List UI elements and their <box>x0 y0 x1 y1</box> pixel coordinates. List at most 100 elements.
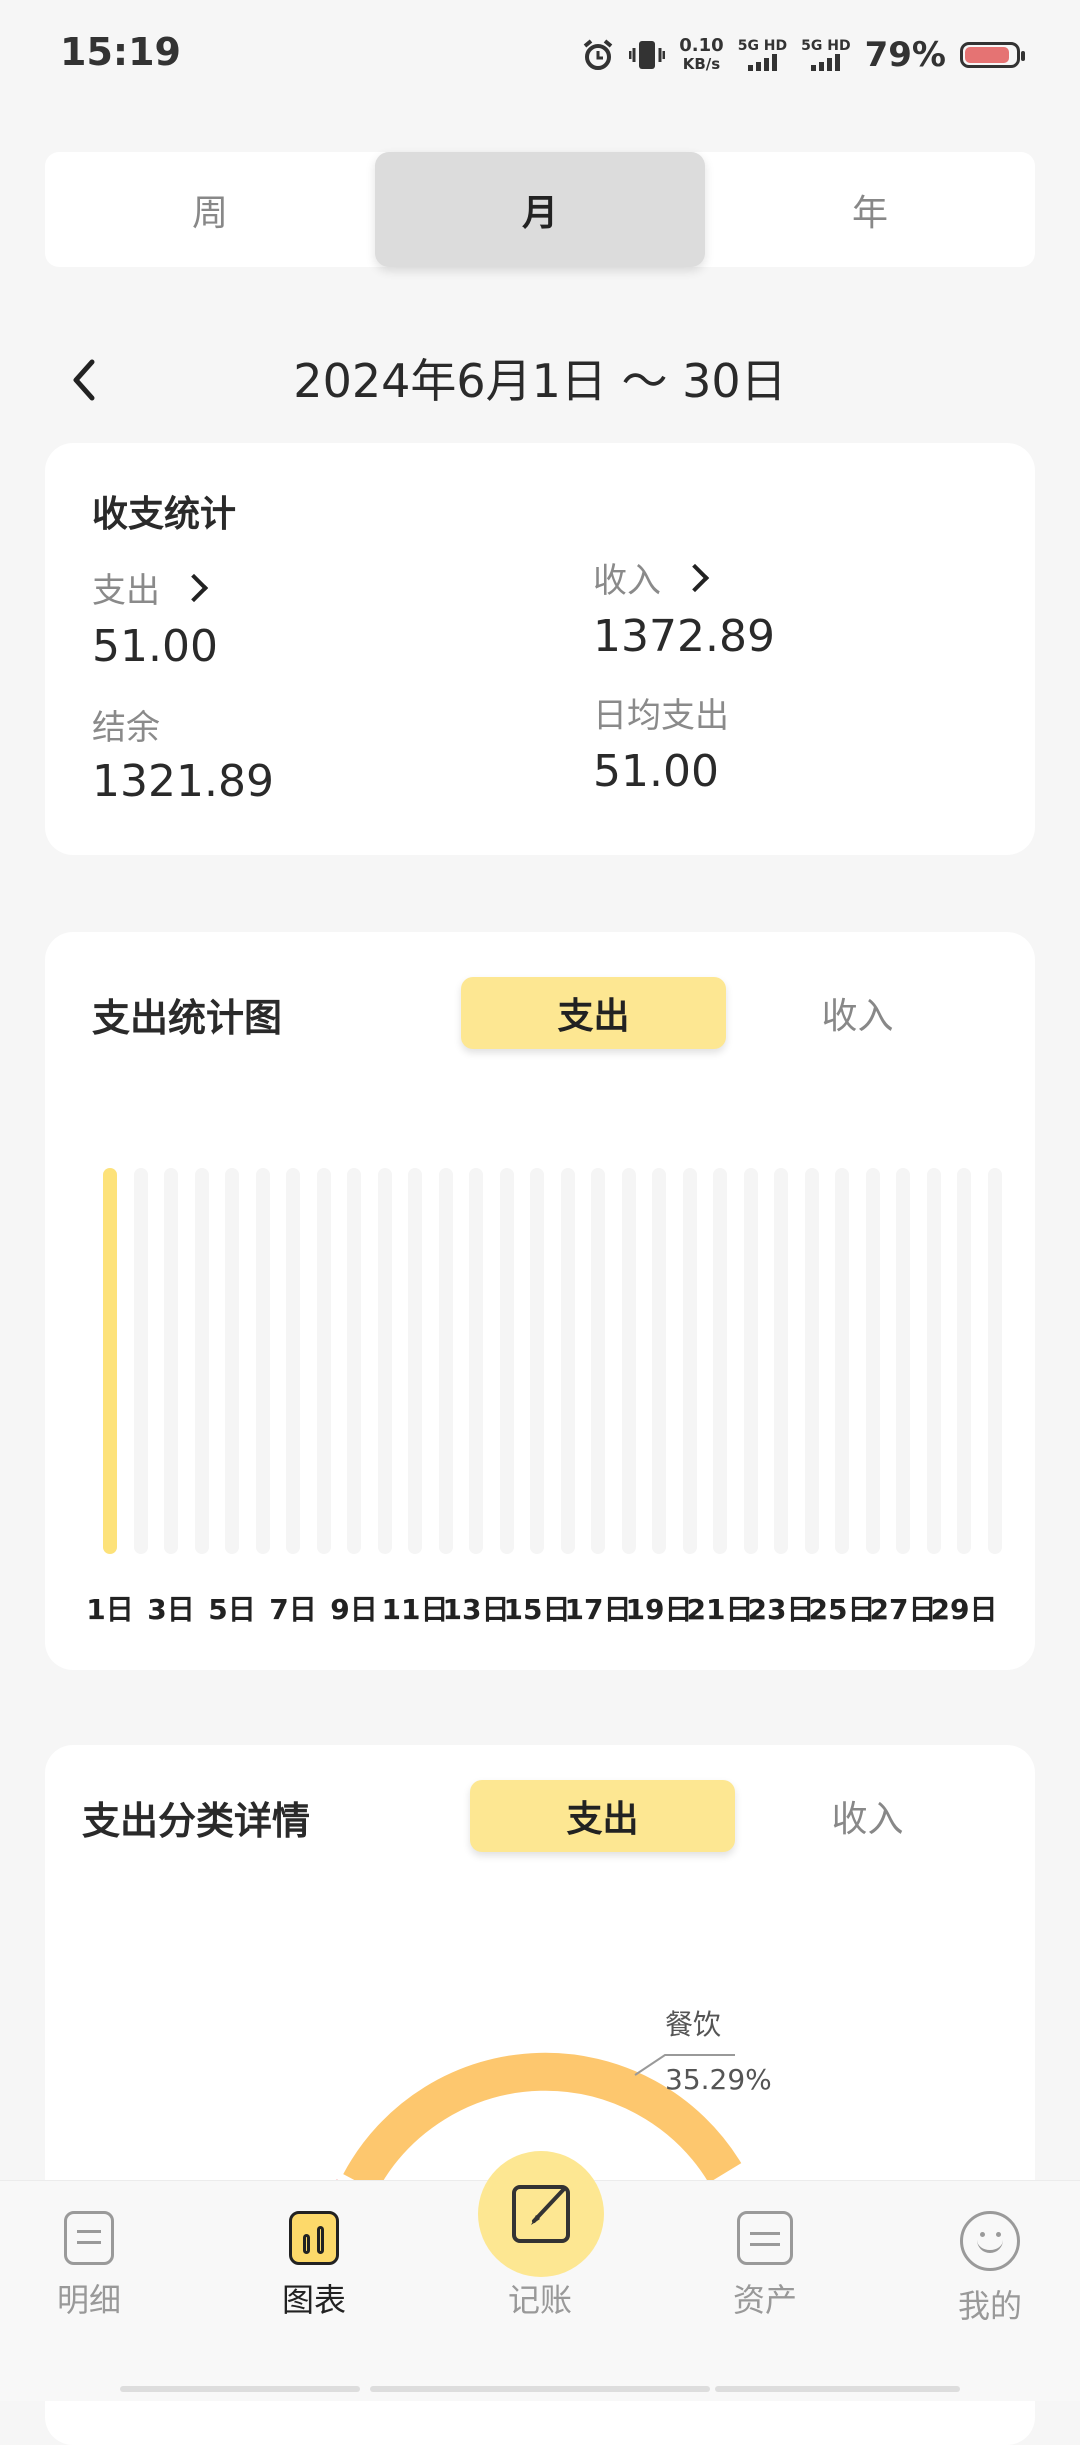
list-icon <box>64 2211 114 2265</box>
back-arrow-icon[interactable] <box>62 350 106 410</box>
income-label: 收入 <box>593 561 661 601</box>
expense-chart-card: 支出统计图 支出 收入 1日 3日 5日 7日 9日 11日 13日 15日 17日 19日 21日… <box>45 932 1035 1670</box>
smile-icon <box>960 2211 1020 2271</box>
bar-track <box>347 1168 361 1554</box>
x-tick-label: 19日 <box>625 1593 693 1626</box>
bar-track <box>682 1168 697 1554</box>
edit-icon <box>512 2185 570 2243</box>
income-link[interactable]: 收入 <box>593 553 710 602</box>
x-tick-label: 27日 <box>869 1593 937 1626</box>
bar-track <box>987 1168 1002 1554</box>
nav-record-label: 记账 <box>507 2281 572 2319</box>
nav-detail[interactable]: 明细 <box>24 2211 154 2321</box>
bar-track <box>469 1168 483 1554</box>
sim1-label: 5G HD <box>737 38 788 54</box>
bar-track <box>408 1168 422 1554</box>
nav-assets[interactable]: 资产 <box>700 2211 830 2321</box>
nav-me-label: 我的 <box>957 2287 1022 2325</box>
signal-sim2: 5G HD <box>801 38 851 71</box>
chart-icon <box>289 2211 339 2265</box>
signal-bars-icon <box>801 53 850 71</box>
bar-track <box>591 1168 605 1554</box>
bar-track <box>774 1168 788 1554</box>
x-tick-label: 15日 <box>503 1593 571 1626</box>
nav-me[interactable]: 我的 <box>925 2211 1055 2327</box>
x-tick-label: 5日 <box>208 1593 256 1626</box>
daily-expense-value: 51.00 <box>593 746 719 797</box>
chevron-right-icon <box>680 563 710 592</box>
bar-track <box>896 1168 910 1554</box>
tab-week[interactable]: 周 <box>45 152 375 267</box>
status-icons: 0.10 KB/s 5G HD 5G HD 79% <box>581 30 1025 80</box>
alarm-icon <box>584 39 613 70</box>
bar-track <box>164 1168 178 1554</box>
bar-track <box>133 1168 148 1554</box>
income-value: 1372.89 <box>593 611 775 662</box>
period-tabs: 周 月 年 <box>45 152 1035 267</box>
x-tick-label: 3日 <box>147 1593 195 1626</box>
status-time: 15:19 <box>60 30 181 74</box>
bar-track <box>255 1168 270 1554</box>
net-speed-value: 0.10 <box>679 35 724 56</box>
add-record-button[interactable] <box>478 2151 604 2277</box>
bar-track <box>225 1168 239 1554</box>
x-tick-label: 21日 <box>686 1593 754 1626</box>
summary-title: 收支统计 <box>92 494 237 535</box>
home-indicator <box>715 2386 960 2392</box>
daily-expense-bar-chart: 1日 3日 5日 7日 9日 11日 13日 15日 17日 19日 21日 23日 25日 27日 29日 <box>45 932 1035 1670</box>
home-indicator <box>370 2386 710 2392</box>
bar-track <box>286 1168 300 1554</box>
bar-track <box>560 1168 575 1554</box>
slice-label: 餐饮 <box>665 2008 722 2041</box>
bar-track <box>713 1168 727 1554</box>
x-tick-label: 11日 <box>381 1593 449 1626</box>
bar-track <box>957 1168 971 1554</box>
tab-month[interactable]: 月 <box>375 152 705 267</box>
expense-label: 支出 <box>92 571 160 611</box>
date-range: 2024年6月1日 ～ 30日 <box>293 354 787 408</box>
bar-track <box>530 1168 544 1554</box>
battery-percent: 79% <box>864 35 946 75</box>
bar-track <box>621 1168 636 1554</box>
bar-track <box>865 1168 880 1554</box>
bar-1日[interactable] <box>103 1168 117 1554</box>
daily-expense-label: 日均支出 <box>593 696 729 736</box>
x-tick-label: 9日 <box>330 1593 378 1626</box>
bar-track <box>652 1168 666 1554</box>
signal-bars-icon <box>738 53 787 71</box>
nav-detail-label: 明细 <box>56 2281 121 2319</box>
net-speed-unit: KB/s <box>682 55 721 73</box>
status-bar: 15:19 0.10 KB/s 5G HD 5G HD 79% <box>0 0 1080 110</box>
slice-percent: 35.29% <box>665 2063 772 2096</box>
expense-value: 51.00 <box>92 621 218 672</box>
x-tick-label: 7日 <box>269 1593 317 1626</box>
battery-icon <box>960 42 1025 68</box>
sim2-label: 5G HD <box>801 38 851 54</box>
x-tick-label: 17日 <box>564 1593 632 1626</box>
signal-sim1: 5G HD <box>738 39 787 71</box>
net-speed: 0.10 KB/s <box>679 35 724 74</box>
tab-year[interactable]: 年 <box>705 152 1035 267</box>
bar-track <box>835 1168 849 1554</box>
bar-track <box>926 1168 941 1554</box>
nav-assets-label: 资产 <box>732 2281 797 2319</box>
nav-chart[interactable]: 图表 <box>249 2211 379 2321</box>
balance-label: 结余 <box>92 708 160 748</box>
home-indicator <box>120 2386 360 2392</box>
bar-track <box>499 1168 514 1554</box>
expense-link[interactable]: 支出 <box>92 563 209 612</box>
chevron-right-icon <box>179 573 209 602</box>
summary-card: 收支统计 支出 51.00 结余 1321.89 收入 1372.89 日均支出… <box>45 443 1035 855</box>
wallet-icon <box>737 2211 793 2265</box>
vibrate-icon <box>629 41 666 69</box>
bar-track <box>316 1168 331 1554</box>
bar-track <box>804 1168 819 1554</box>
x-tick-label: 29日 <box>930 1593 998 1626</box>
x-tick-label: 23日 <box>747 1593 815 1626</box>
bar-track <box>743 1168 758 1554</box>
x-tick-label: 13日 <box>442 1593 510 1626</box>
bar-track <box>438 1168 453 1554</box>
bar-track <box>194 1168 209 1554</box>
nav-chart-label: 图表 <box>281 2281 346 2319</box>
balance-value: 1321.89 <box>92 756 274 807</box>
